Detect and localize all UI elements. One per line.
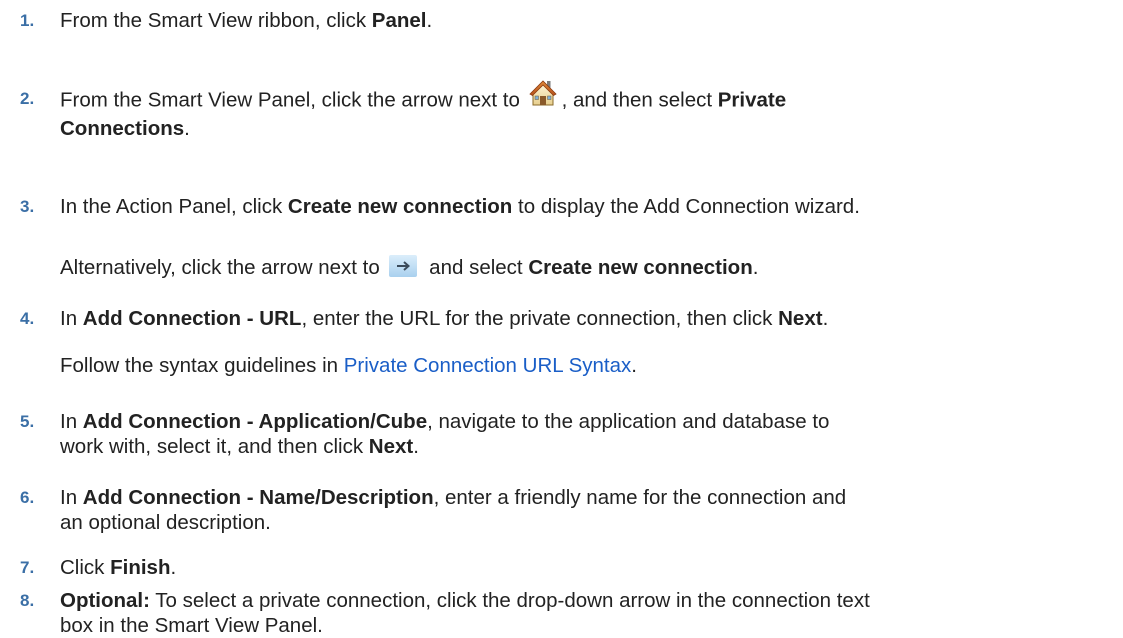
- step-text: From the Smart View Panel, click the arr…: [60, 88, 526, 112]
- ui-term: Private: [717, 88, 787, 112]
- ui-term: Create new connection: [528, 256, 753, 279]
- ui-term: Optional:: [60, 589, 150, 612]
- ui-term: Next: [368, 435, 414, 458]
- step-4-follow: Follow the syntax guidelines in Private …: [60, 353, 637, 378]
- step-3: 3. In the Action Panel, click Create new…: [20, 194, 1110, 219]
- ui-term: Add Connection - Application/Cube: [82, 410, 428, 433]
- step-number: 3.: [20, 197, 35, 216]
- step-2: 2. From the Smart View Panel, click the …: [20, 80, 1110, 141]
- ui-term: Connections: [60, 117, 185, 140]
- home-icon: [528, 78, 558, 108]
- arrow-right-icon: [389, 254, 418, 277]
- ui-term: Next: [778, 307, 823, 330]
- step-8: 8. Optional: To select a private connect…: [20, 588, 1110, 638]
- step-text: Click: [60, 556, 111, 579]
- step-text: In the Action Panel, click: [60, 195, 288, 218]
- instructions-page: 1. From the Smart View ribbon, click Pan…: [0, 0, 1123, 637]
- ui-term: Panel: [371, 9, 427, 32]
- step-text: and select: [423, 256, 529, 279]
- step-text: In: [60, 307, 83, 330]
- step-number: 6.: [20, 488, 35, 507]
- step-text: box in the Smart View Panel.: [60, 614, 323, 637]
- ui-term: Finish: [110, 556, 171, 579]
- step-text: .: [822, 307, 829, 330]
- ui-term: Add Connection - Name/Description: [82, 486, 434, 509]
- ui-term: Create new connection: [287, 195, 513, 218]
- step-text: .: [631, 354, 637, 377]
- step-text: Follow the syntax guidelines in: [60, 354, 344, 377]
- step-number: 5.: [20, 412, 35, 431]
- step-text: , navigate to the application and databa…: [427, 410, 830, 433]
- step-text: From the Smart View ribbon, click: [60, 9, 372, 32]
- step-text: .: [413, 435, 419, 458]
- url-syntax-link[interactable]: Private Connection URL Syntax: [344, 354, 632, 377]
- step-text: .: [170, 556, 177, 579]
- step-text: .: [752, 256, 759, 279]
- step-number: 1.: [20, 11, 35, 30]
- step-text: To select a private connection, click th…: [149, 589, 870, 612]
- step-text: , and then select: [561, 88, 718, 112]
- step-3-alternative: Alternatively, click the arrow next to a…: [60, 254, 759, 280]
- step-text: .: [184, 117, 190, 140]
- step-number: 7.: [20, 558, 35, 577]
- step-4: 4. In Add Connection - URL, enter the UR…: [20, 306, 1110, 331]
- step-text: an optional description.: [60, 511, 271, 534]
- step-6: 6. In Add Connection - Name/Description,…: [20, 485, 1110, 535]
- step-text: , enter a friendly name for the connecti…: [433, 486, 847, 509]
- step-7: 7. Click Finish.: [20, 555, 1110, 580]
- step-text: to display the Add Connection wizard.: [512, 195, 860, 218]
- step-1: 1. From the Smart View ribbon, click Pan…: [20, 8, 1110, 33]
- step-text: .: [426, 9, 433, 32]
- step-text: , enter the URL for the private connecti…: [301, 307, 779, 330]
- step-5: 5. In Add Connection - Application/Cube,…: [20, 409, 1110, 459]
- step-text: work with, select it, and then click: [60, 435, 369, 458]
- ui-term: Add Connection - URL: [82, 307, 302, 330]
- step-text: Alternatively, click the arrow next to: [60, 256, 386, 279]
- step-number: 4.: [20, 309, 35, 328]
- step-text: In: [60, 486, 83, 509]
- step-number: 8.: [20, 591, 35, 610]
- step-number: 2.: [20, 89, 35, 108]
- step-text: In: [60, 410, 83, 433]
